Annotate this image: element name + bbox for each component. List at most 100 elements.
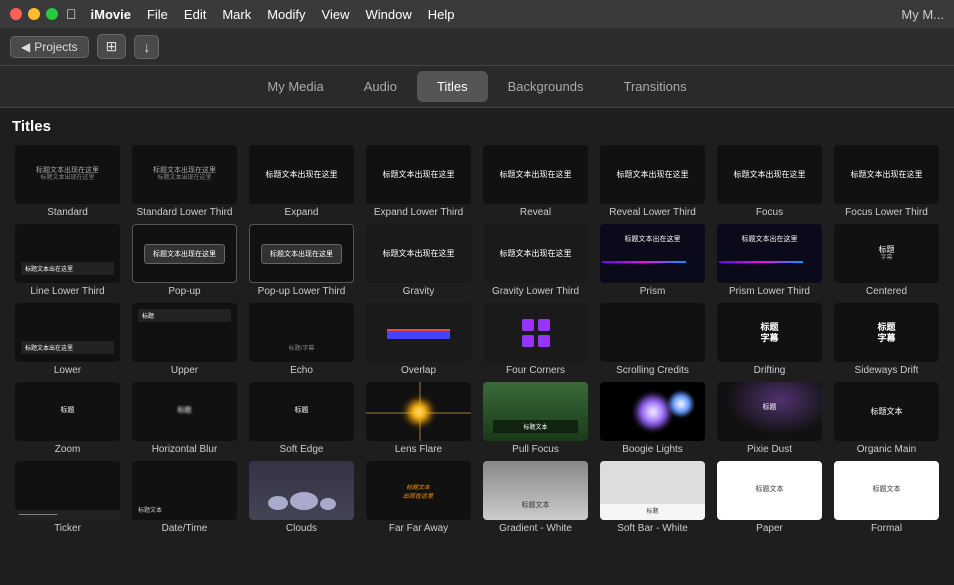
- tile-label-organic-main: Organic Main: [857, 444, 916, 455]
- layout-button[interactable]: ⊞: [97, 34, 127, 59]
- menu-mark[interactable]: Mark: [222, 7, 251, 22]
- tile-label-horizontal-blur: Horizontal Blur: [152, 444, 218, 455]
- tile-label-scrolling-credits: Scrolling Credits: [616, 365, 689, 376]
- tile-overlap[interactable]: Overlap: [363, 303, 474, 376]
- tab-titles[interactable]: Titles: [417, 71, 488, 102]
- tile-soft-bar-white[interactable]: 标题Soft Bar - White: [597, 461, 708, 534]
- tile-line-lower-third[interactable]: 标题文本出在这里Line Lower Third: [12, 224, 123, 297]
- apple-logo-icon: : [66, 6, 77, 22]
- tile-label-focus-lower-third: Focus Lower Third: [845, 207, 928, 218]
- tile-formal[interactable]: 标题文本Formal: [831, 461, 942, 534]
- tile-label-echo: Echo: [290, 365, 313, 376]
- tile-scrolling-credits[interactable]: Scrolling Credits: [597, 303, 708, 376]
- close-button[interactable]: [10, 8, 22, 20]
- tile-label-reveal: Reveal: [520, 207, 551, 218]
- tile-label-prism: Prism: [640, 286, 666, 297]
- tile-label-drifting: Drifting: [754, 365, 786, 376]
- tile-label-upper: Upper: [171, 365, 198, 376]
- tab-my-media[interactable]: My Media: [247, 71, 343, 102]
- tab-transitions[interactable]: Transitions: [603, 71, 706, 102]
- chevron-left-icon: ◀: [21, 40, 30, 54]
- tile-label-standard-lower-third: Standard Lower Third: [137, 207, 233, 218]
- tile-focus[interactable]: 标题文本出现在这里Focus: [714, 145, 825, 218]
- tab-audio[interactable]: Audio: [344, 71, 417, 102]
- tile-label-paper: Paper: [756, 523, 783, 534]
- tile-label-ticker: Ticker: [54, 523, 81, 534]
- menu-view[interactable]: View: [322, 7, 350, 22]
- tile-label-soft-bar-white: Soft Bar - White: [617, 523, 688, 534]
- tile-standard[interactable]: 标题文本出现在这里标题文本出现在这里Standard: [12, 145, 123, 218]
- tile-label-overlap: Overlap: [401, 365, 436, 376]
- tile-expand[interactable]: 标题文本出现在这里Expand: [246, 145, 357, 218]
- tile-pop-up-lower-third[interactable]: 标题文本出现在这里Pop-up Lower Third: [246, 224, 357, 297]
- tile-echo[interactable]: 标题/字幕Echo: [246, 303, 357, 376]
- tile-organic-main[interactable]: 标题文本Organic Main: [831, 382, 942, 455]
- tile-soft-edge[interactable]: 标题Soft Edge: [246, 382, 357, 455]
- tile-gravity-lower-third[interactable]: 标题文本出现在这里Gravity Lower Third: [480, 224, 591, 297]
- tile-focus-lower-third[interactable]: 标题文本出现在这里Focus Lower Third: [831, 145, 942, 218]
- tile-paper[interactable]: 标题文本Paper: [714, 461, 825, 534]
- tile-boogie-lights[interactable]: Boogie Lights: [597, 382, 708, 455]
- menu-file[interactable]: File: [147, 7, 168, 22]
- tile-pop-up[interactable]: 标题文本出现在这里Pop-up: [129, 224, 240, 297]
- menu-edit[interactable]: Edit: [184, 7, 206, 22]
- projects-button[interactable]: ◀ Projects: [10, 36, 89, 58]
- tile-expand-lower-third[interactable]: 标题文本出现在这里Expand Lower Third: [363, 145, 474, 218]
- download-button[interactable]: ↓: [134, 35, 159, 59]
- tile-sideways-drift[interactable]: 标题字幕Sideways Drift: [831, 303, 942, 376]
- tile-gravity[interactable]: 标题文本出现在这里Gravity: [363, 224, 474, 297]
- tile-horizontal-blur[interactable]: 标题Horizontal Blur: [129, 382, 240, 455]
- tile-date-time[interactable]: 标题文本Date/Time: [129, 461, 240, 534]
- tile-label-boogie-lights: Boogie Lights: [622, 444, 683, 455]
- tile-label-expand: Expand: [285, 207, 319, 218]
- tab-backgrounds[interactable]: Backgrounds: [488, 71, 604, 102]
- tile-clouds[interactable]: Clouds: [246, 461, 357, 534]
- panel-heading: Titles: [12, 118, 942, 135]
- tile-standard-lower-third[interactable]: 标题文本出现在这里标题文本出现在这里Standard Lower Third: [129, 145, 240, 218]
- tile-label-expand-lower-third: Expand Lower Third: [374, 207, 463, 218]
- tab-bar: My Media Audio Titles Backgrounds Transi…: [0, 66, 954, 108]
- tile-zoom[interactable]: 标题Zoom: [12, 382, 123, 455]
- tile-reveal[interactable]: 标题文本出现在这里Reveal: [480, 145, 591, 218]
- tile-lower[interactable]: 标题文本出在这里Lower: [12, 303, 123, 376]
- tile-label-pixie-dust: Pixie Dust: [747, 444, 792, 455]
- tile-label-standard: Standard: [47, 207, 88, 218]
- titles-grid: 标题文本出现在这里标题文本出现在这里Standard标题文本出现在这里标题文本出…: [12, 145, 942, 534]
- tile-pixie-dust[interactable]: 标题Pixie Dust: [714, 382, 825, 455]
- tile-label-soft-edge: Soft Edge: [280, 444, 324, 455]
- tile-label-gravity-lower-third: Gravity Lower Third: [492, 286, 579, 297]
- content-area: Titles 标题文本出现在这里标题文本出现在这里Standard标题文本出现在…: [0, 108, 954, 585]
- maximize-button[interactable]: [46, 8, 58, 20]
- tile-label-lens-flare: Lens Flare: [395, 444, 442, 455]
- tile-prism-lower-third[interactable]: 标题文本出在这里Prism Lower Third: [714, 224, 825, 297]
- tile-label-far-far-away: Far Far Away: [389, 523, 448, 534]
- tile-lens-flare[interactable]: Lens Flare: [363, 382, 474, 455]
- tile-label-prism-lower-third: Prism Lower Third: [729, 286, 810, 297]
- tile-upper[interactable]: 标题Upper: [129, 303, 240, 376]
- tile-centered[interactable]: 标题字幕Centered: [831, 224, 942, 297]
- tile-pull-focus[interactable]: 标题文本Pull Focus: [480, 382, 591, 455]
- menu-help[interactable]: Help: [428, 7, 455, 22]
- toolbar: ◀ Projects ⊞ ↓: [0, 28, 954, 66]
- tile-label-lower: Lower: [54, 365, 81, 376]
- window-controls[interactable]: [10, 8, 58, 20]
- titles-panel: Titles 标题文本出现在这里标题文本出现在这里Standard标题文本出现在…: [0, 108, 954, 585]
- minimize-button[interactable]: [28, 8, 40, 20]
- tile-reveal-lower-third[interactable]: 标题文本出现在这里Reveal Lower Third: [597, 145, 708, 218]
- tile-four-corners[interactable]: Four Corners: [480, 303, 591, 376]
- menu-modify[interactable]: Modify: [267, 7, 305, 22]
- tile-label-pull-focus: Pull Focus: [512, 444, 559, 455]
- title-bar:  iMovie File Edit Mark Modify View Wind…: [0, 0, 954, 28]
- tile-gradient-white[interactable]: 标题文本Gradient - White: [480, 461, 591, 534]
- tile-label-line-lower-third: Line Lower Third: [30, 286, 104, 297]
- tile-drifting[interactable]: 标题字幕Drifting: [714, 303, 825, 376]
- tile-far-far-away[interactable]: 标题文本出现在这里Far Far Away: [363, 461, 474, 534]
- tile-label-zoom: Zoom: [55, 444, 81, 455]
- tile-label-date-time: Date/Time: [162, 523, 208, 534]
- tile-label-formal: Formal: [871, 523, 902, 534]
- tile-ticker[interactable]: ─────────Ticker: [12, 461, 123, 534]
- tile-label-four-corners: Four Corners: [506, 365, 565, 376]
- tile-label-gradient-white: Gradient - White: [499, 523, 572, 534]
- menu-window[interactable]: Window: [365, 7, 411, 22]
- tile-prism[interactable]: 标题文本出在这里Prism: [597, 224, 708, 297]
